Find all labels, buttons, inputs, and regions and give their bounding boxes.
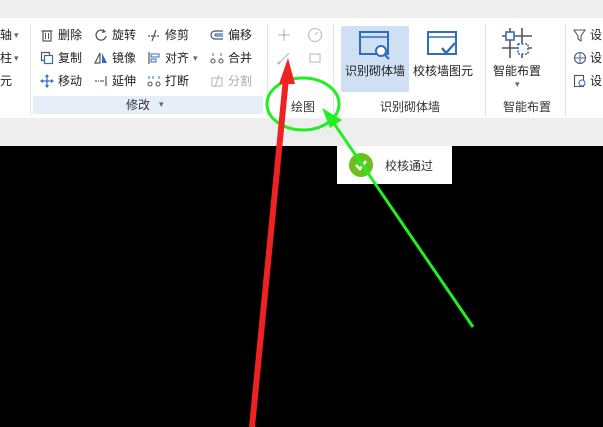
annotation-red-arrow [249, 77, 289, 427]
annotation-overlay [249, 58, 475, 427]
annotation-green-arrow [331, 121, 475, 328]
annotation-red-arrowhead [279, 58, 295, 84]
